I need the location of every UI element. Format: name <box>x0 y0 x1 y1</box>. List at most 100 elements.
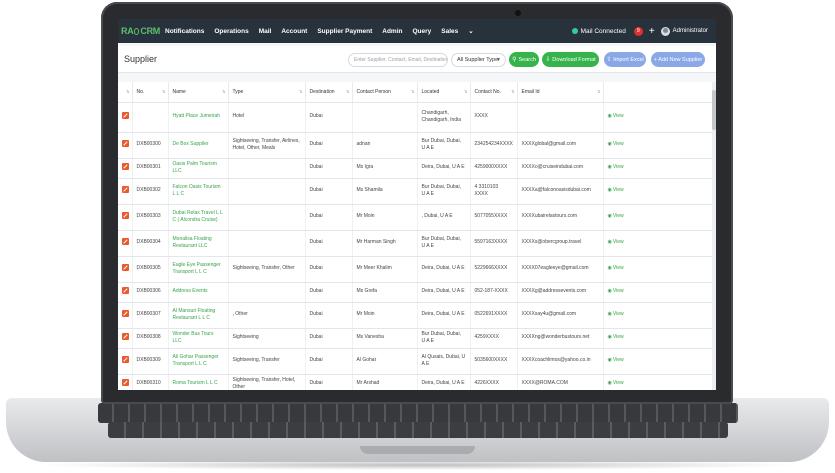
avatar[interactable] <box>660 26 670 36</box>
table-row[interactable]: DXB00304 Monalisa Floating Restaurant LLC… <box>118 230 712 257</box>
view-link[interactable]: View <box>613 213 624 219</box>
cell-view[interactable]: ◉View <box>603 230 712 257</box>
edit-icon[interactable] <box>122 263 129 271</box>
cell-name[interactable]: Dubai Relax Travel L L C ( Alcondra Crui… <box>168 204 229 231</box>
cell-edit[interactable] <box>118 328 133 349</box>
nav-operations[interactable]: Operations <box>209 28 253 35</box>
cell-edit[interactable] <box>118 374 133 390</box>
view-link[interactable]: View <box>613 239 624 245</box>
table-row[interactable]: DXB00309 Ali Gohar Passenger Transport L … <box>118 348 712 375</box>
notification-badge[interactable]: 9 <box>633 26 643 36</box>
edit-icon[interactable] <box>122 332 129 340</box>
cell-name[interactable]: Wonder Bus Tours LLC <box>168 328 229 349</box>
table-row[interactable]: DXB00302 Falcon Oasis Tourism L L C Dubai M… <box>118 178 712 205</box>
table-row[interactable]: DXB00307 Al Mansuri Floating Restaurant L… <box>118 302 712 329</box>
cell-view[interactable]: ◉View <box>603 102 712 133</box>
cell-name[interactable]: Eagle Eye Passenger Transport L L C <box>168 256 229 283</box>
view-link[interactable]: View <box>613 311 624 317</box>
table-row[interactable]: DXB00306 Address Events Dubai Ms Grefa Deira… <box>118 282 712 303</box>
column-header-contact-no[interactable]: Contact No. ⇅ <box>470 82 518 103</box>
column-header-destination[interactable]: Destination ⇅ <box>305 82 353 103</box>
cell-edit[interactable] <box>118 178 133 205</box>
cell-edit[interactable] <box>118 132 133 159</box>
scrollbar-thumb[interactable] <box>712 90 716 130</box>
logo[interactable]: RA CRM <box>118 19 160 43</box>
view-link[interactable]: View <box>613 334 624 340</box>
table-row[interactable]: Hyatt Place Jumeirah Hotel Dubai Chandigarh… <box>118 102 712 133</box>
table-row[interactable]: DXB00308 Wonder Bus Tours LLC Sightseeing D… <box>118 328 712 349</box>
cell-name[interactable]: Roma Tourism L L C <box>168 374 229 390</box>
view-link[interactable]: View <box>613 164 624 170</box>
edit-icon[interactable] <box>122 378 129 386</box>
cell-edit[interactable] <box>118 230 133 257</box>
cell-edit[interactable] <box>118 348 133 375</box>
column-header-located[interactable]: Located ⇅ <box>417 82 471 103</box>
edit-icon[interactable] <box>122 286 129 294</box>
cell-view[interactable]: ◉View <box>603 302 712 329</box>
cell-name[interactable]: Oasis Palm Tourism LLC <box>168 158 229 179</box>
edit-icon[interactable] <box>122 309 129 317</box>
cell-view[interactable]: ◉View <box>603 374 712 390</box>
view-link[interactable]: View <box>613 141 624 147</box>
cell-edit[interactable] <box>118 158 133 179</box>
supplier-type-select[interactable]: All Supplier Type ▼ <box>451 53 506 67</box>
cell-edit[interactable] <box>118 204 133 231</box>
chevron-down-icon[interactable]: ⌄ <box>463 27 478 35</box>
edit-icon[interactable] <box>122 162 129 170</box>
column-header-action[interactable]: ⇅ <box>118 82 133 103</box>
cell-view[interactable]: ◉View <box>603 204 712 231</box>
cell-view[interactable]: ◉View <box>603 328 712 349</box>
table-row[interactable]: DXB00301 Oasis Palm Tourism LLC Dubai Ms Ig… <box>118 158 712 179</box>
download-format-button[interactable]: ⇩ Download Format <box>542 52 599 67</box>
add-new-supplier-button[interactable]: + Add New Supplier <box>651 52 705 67</box>
nav-account[interactable]: Account <box>276 28 312 35</box>
cell-view[interactable]: ◉View <box>603 132 712 159</box>
view-link[interactable]: View <box>613 288 624 294</box>
column-header-email[interactable]: Email Id ⇅ <box>517 82 604 103</box>
table-row[interactable]: DXB00305 Eagle Eye Passenger Transport L … <box>118 256 712 283</box>
nav-mail[interactable]: Mail <box>254 28 277 35</box>
cell-name[interactable]: Hyatt Place Jumeirah <box>168 102 229 133</box>
column-header-name[interactable]: Name ⇅ <box>168 82 229 103</box>
nav-notifications[interactable]: Notifications <box>160 28 209 35</box>
edit-icon[interactable] <box>122 185 129 193</box>
table-row[interactable]: DXB00303 Dubai Relax Travel L L C ( Alcon… <box>118 204 712 231</box>
cell-name[interactable]: De Box Supplier <box>168 132 229 159</box>
cell-name[interactable]: Falcon Oasis Tourism L L C <box>168 178 229 205</box>
cell-view[interactable]: ◉View <box>603 348 712 375</box>
cell-edit[interactable] <box>118 102 133 133</box>
table-row[interactable]: DXB00300 De Box Supplier Sightseeing, Tran… <box>118 132 712 159</box>
plus-icon[interactable]: + <box>649 26 655 37</box>
vertical-scrollbar[interactable] <box>712 82 716 390</box>
cell-name[interactable]: Address Events <box>168 282 229 303</box>
column-header-contact-person[interactable]: Contact Person ⇅ <box>352 82 418 103</box>
cell-edit[interactable] <box>118 282 133 303</box>
import-excel-button[interactable]: ⇧ Import Excel <box>604 52 646 67</box>
edit-icon[interactable] <box>122 211 129 219</box>
nav-sales[interactable]: Sales <box>436 28 463 35</box>
nav-supplier-payment[interactable]: Supplier Payment <box>312 28 377 35</box>
view-link[interactable]: View <box>613 357 624 363</box>
view-link[interactable]: View <box>613 113 624 119</box>
view-link[interactable]: View <box>613 380 624 386</box>
cell-edit[interactable] <box>118 256 133 283</box>
cell-edit[interactable] <box>118 302 133 329</box>
edit-icon[interactable] <box>122 237 129 245</box>
table-row[interactable]: DXB00310 Roma Tourism L L C Sightseeing, T… <box>118 374 712 390</box>
edit-icon[interactable] <box>122 355 129 363</box>
view-link[interactable]: View <box>613 187 624 193</box>
cell-view[interactable]: ◉View <box>603 256 712 283</box>
column-header-type[interactable]: Type ⇅ <box>228 82 306 103</box>
cell-view[interactable]: ◉View <box>603 178 712 205</box>
cell-name[interactable]: Monalisa Floating Restaurant LLC <box>168 230 229 257</box>
cell-view[interactable]: ◉View <box>603 158 712 179</box>
cell-name[interactable]: Al Mansuri Floating Restaurant L L C <box>168 302 229 329</box>
nav-admin[interactable]: Admin <box>377 28 407 35</box>
column-header-no[interactable]: No. ⇅ <box>132 82 169 103</box>
edit-icon[interactable] <box>122 111 129 119</box>
nav-query[interactable]: Query <box>407 28 436 35</box>
mail-status[interactable]: Mail Connected <box>571 28 626 35</box>
cell-name[interactable]: Ali Gohar Passenger Transport L L C <box>168 348 229 375</box>
search-input[interactable]: Enter Supplier, Contact, Email, Destinat… <box>348 53 448 67</box>
view-link[interactable]: View <box>613 265 624 271</box>
